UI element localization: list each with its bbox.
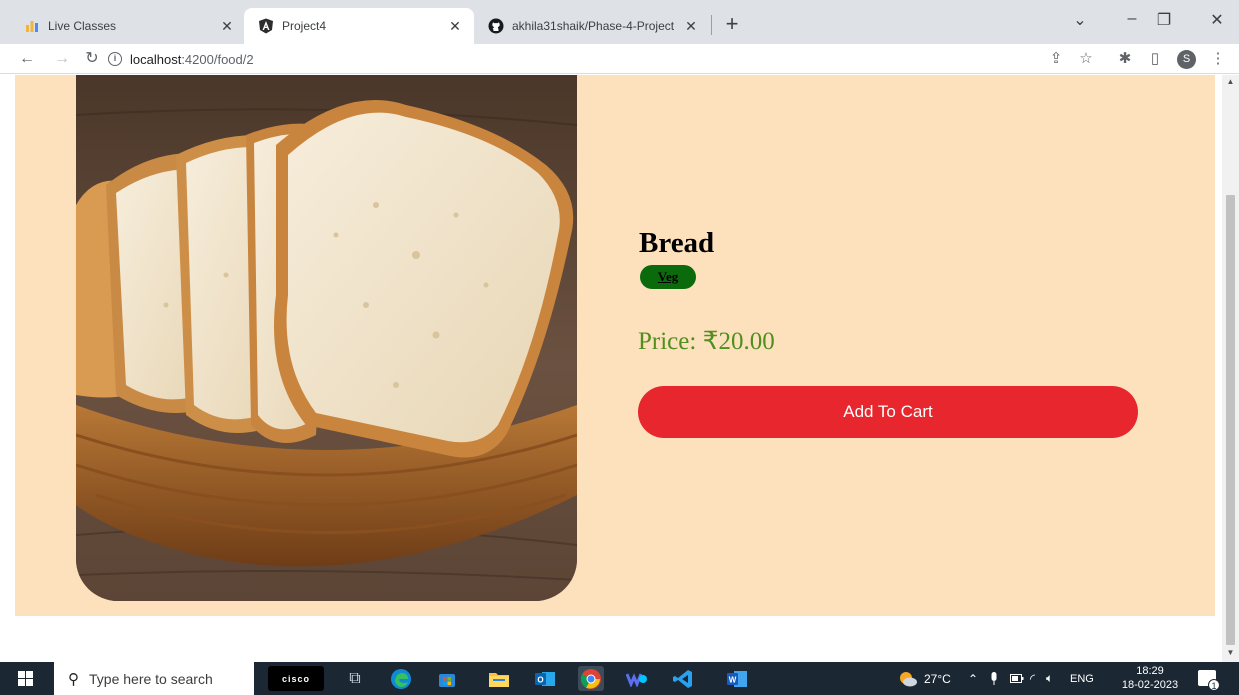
- restore-icon[interactable]: ❐: [1152, 10, 1176, 30]
- scrollbar-thumb[interactable]: [1226, 195, 1235, 645]
- cisco-webex-app-icon[interactable]: cisco: [268, 666, 324, 691]
- windows-start-icon[interactable]: [18, 671, 34, 687]
- back-arrow-icon[interactable]: ←: [16, 48, 38, 70]
- food-image: [76, 75, 577, 601]
- microphone-icon[interactable]: [990, 662, 998, 695]
- notification-count-badge: 1: [1208, 679, 1220, 691]
- webex-meetings-icon[interactable]: [624, 666, 650, 691]
- vertical-scrollbar[interactable]: ▲ ▼: [1222, 75, 1239, 662]
- word-icon[interactable]: W: [724, 666, 750, 691]
- tab-live-classes[interactable]: Live Classes ✕: [10, 8, 246, 44]
- food-detail-panel: Bread Veg Price: ₹20.00 Add To Cart: [15, 75, 1215, 616]
- clock-time: 18:29: [1136, 665, 1164, 677]
- microsoft-store-icon[interactable]: [434, 666, 460, 691]
- close-icon[interactable]: ✕: [218, 17, 236, 35]
- weather-temperature: 27°C: [924, 671, 951, 686]
- veg-tag[interactable]: Veg: [640, 265, 696, 289]
- search-icon: ⚲: [68, 670, 79, 688]
- chrome-icon[interactable]: [578, 666, 604, 691]
- page-viewport: Bread Veg Price: ₹20.00 Add To Cart: [0, 75, 1222, 662]
- browser-toolbar: ← → ↻ i localhost:4200/food/2 ⇪ ☆ ✱ ▯ S …: [0, 44, 1239, 74]
- url-path: :4200/food/2: [181, 51, 254, 67]
- weather-widget[interactable]: 27°C: [898, 662, 951, 695]
- svg-text:W: W: [729, 675, 737, 684]
- edge-browser-icon[interactable]: [388, 666, 414, 691]
- angular-favicon: [258, 18, 274, 34]
- tab-label: akhila31shaik/Phase-4-Project: [512, 19, 675, 33]
- info-icon[interactable]: i: [108, 52, 122, 66]
- window-close-icon[interactable]: ✕: [1205, 10, 1229, 30]
- wifi-icon[interactable]: ◜: [1030, 662, 1035, 695]
- search-placeholder: Type here to search: [89, 670, 213, 687]
- tab-search-chevron-icon[interactable]: ⌄: [1068, 10, 1092, 30]
- add-to-cart-button[interactable]: Add To Cart: [638, 386, 1138, 438]
- clock-date: 18-02-2023: [1121, 679, 1179, 691]
- tab-label: Project4: [282, 19, 327, 33]
- reload-icon[interactable]: ↻: [81, 48, 103, 70]
- close-icon[interactable]: ✕: [682, 17, 700, 35]
- task-view-icon[interactable]: ⧉: [342, 666, 368, 691]
- profile-avatar[interactable]: S: [1177, 50, 1196, 69]
- svg-text:O: O: [537, 675, 543, 684]
- close-icon[interactable]: ✕: [446, 17, 464, 35]
- food-name: Bread: [639, 227, 715, 259]
- forward-arrow-icon[interactable]: →: [51, 48, 73, 70]
- scroll-down-arrow-icon[interactable]: ▼: [1222, 648, 1239, 660]
- kebab-menu-icon[interactable]: ⋮: [1209, 50, 1227, 68]
- food-price: Price: ₹20.00: [638, 328, 775, 355]
- tab-github[interactable]: akhila31shaik/Phase-4-Project ✕: [474, 8, 710, 44]
- live-classes-favicon: [24, 18, 40, 34]
- address-bar[interactable]: i localhost:4200/food/2: [108, 46, 1058, 72]
- minimize-icon[interactable]: –: [1120, 10, 1144, 28]
- bookmark-star-icon[interactable]: ☆: [1077, 50, 1095, 68]
- vscode-icon[interactable]: [670, 666, 696, 691]
- url-host: localhost: [130, 51, 182, 67]
- weather-cloud-sun-icon: [900, 671, 917, 686]
- new-tab-button[interactable]: +: [718, 11, 746, 39]
- volume-icon[interactable]: 🔈︎: [1046, 662, 1053, 695]
- tab-label: Live Classes: [48, 19, 117, 33]
- github-favicon: [488, 18, 504, 34]
- share-icon[interactable]: ⇪: [1047, 50, 1065, 68]
- outlook-icon[interactable]: O: [532, 666, 558, 691]
- taskbar-clock[interactable]: 18:29 18-02-2023: [1120, 664, 1180, 692]
- side-panel-icon[interactable]: ▯: [1146, 50, 1164, 68]
- taskbar-search-box[interactable]: ⚲ Type here to search: [54, 662, 254, 695]
- show-hidden-icons-chevron-icon[interactable]: ⌃: [968, 662, 978, 695]
- file-explorer-icon[interactable]: [486, 666, 512, 691]
- extensions-puzzle-icon[interactable]: ✱: [1116, 50, 1134, 68]
- scroll-up-arrow-icon[interactable]: ▲: [1222, 77, 1239, 89]
- browser-tab-strip: Live Classes ✕ Project4 ✕ akhila31shaik/…: [0, 0, 1239, 44]
- tab-project4[interactable]: Project4 ✕: [244, 8, 474, 44]
- tab-divider: [711, 15, 712, 35]
- windows-taskbar: ⚲ Type here to search cisco ⧉ O W 27°C ⌃…: [0, 662, 1239, 695]
- language-indicator[interactable]: ENG: [1070, 662, 1094, 695]
- battery-icon[interactable]: [1010, 662, 1024, 695]
